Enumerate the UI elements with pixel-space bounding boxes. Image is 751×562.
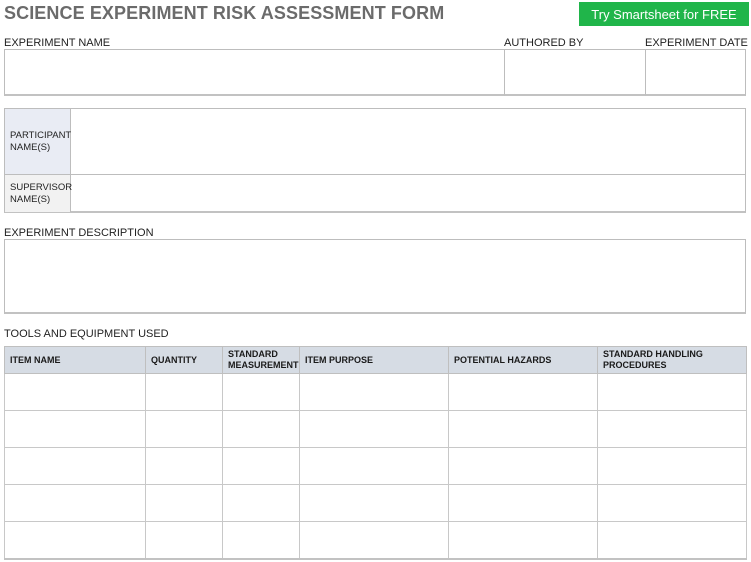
table-cell[interactable]	[299, 484, 449, 522]
table-cell[interactable]	[299, 373, 449, 411]
table-cell[interactable]	[299, 521, 449, 560]
table-cell[interactable]	[145, 484, 223, 522]
table-cell[interactable]	[4, 484, 146, 522]
column-header-potential-hazards: POTENTIAL HAZARDS	[448, 346, 598, 374]
table-cell[interactable]	[222, 521, 300, 560]
experiment-date-field[interactable]	[645, 49, 746, 96]
page-title: SCIENCE EXPERIMENT RISK ASSESSMENT FORM	[4, 3, 445, 23]
table-cell[interactable]	[299, 447, 449, 485]
table-cell[interactable]	[597, 484, 747, 522]
table-cell[interactable]	[145, 410, 223, 448]
supervisor-names-field[interactable]	[71, 175, 745, 212]
table-cell[interactable]	[222, 410, 300, 448]
participants-table: PARTICIPANT NAME(S) SUPERVISOR NAME(S)	[4, 108, 746, 213]
table-cell[interactable]	[448, 447, 598, 485]
supervisor-names-label-text: SUPERVISOR NAME(S)	[10, 181, 73, 205]
table-row	[4, 484, 747, 522]
experiment-name-field[interactable]	[4, 49, 505, 96]
table-row	[4, 410, 747, 448]
table-cell[interactable]	[4, 373, 146, 411]
authored-by-field[interactable]	[504, 49, 646, 96]
table-row	[4, 373, 747, 411]
tools-section-label: TOOLS AND EQUIPMENT USED	[4, 328, 169, 340]
table-cell[interactable]	[4, 447, 146, 485]
table-cell[interactable]	[597, 521, 747, 560]
experiment-date-label: EXPERIMENT DATE	[645, 37, 748, 49]
table-cell[interactable]	[299, 410, 449, 448]
table-cell[interactable]	[222, 447, 300, 485]
supervisor-names-label: SUPERVISOR NAME(S)	[5, 175, 73, 212]
participant-names-label: PARTICIPANT NAME(S)	[5, 109, 71, 174]
column-header-item-purpose: ITEM PURPOSE	[299, 346, 449, 374]
tools-table: ITEM NAME QUANTITY STANDARD MEASUREMENT …	[4, 346, 747, 560]
table-cell[interactable]	[222, 373, 300, 411]
table-row	[4, 521, 747, 560]
table-cell[interactable]	[448, 410, 598, 448]
participant-row: PARTICIPANT NAME(S)	[5, 109, 745, 175]
table-cell[interactable]	[4, 521, 146, 560]
table-cell[interactable]	[448, 484, 598, 522]
table-cell[interactable]	[4, 410, 146, 448]
table-cell[interactable]	[448, 373, 598, 411]
try-smartsheet-button[interactable]: Try Smartsheet for FREE	[579, 2, 749, 26]
table-cell[interactable]	[448, 521, 598, 560]
column-header-standard-measurement: STANDARD MEASUREMENT	[222, 346, 300, 374]
column-header-handling-procedures: STANDARD HANDLING PROCEDURES	[597, 346, 747, 374]
column-header-quantity: QUANTITY	[145, 346, 223, 374]
table-cell[interactable]	[145, 521, 223, 560]
table-cell[interactable]	[597, 373, 747, 411]
table-row	[4, 447, 747, 485]
column-header-item-name: ITEM NAME	[4, 346, 146, 374]
table-cell[interactable]	[222, 484, 300, 522]
supervisor-row: SUPERVISOR NAME(S)	[5, 175, 745, 212]
experiment-name-label: EXPERIMENT NAME	[4, 37, 111, 49]
table-cell[interactable]	[145, 373, 223, 411]
table-cell[interactable]	[597, 447, 747, 485]
table-cell[interactable]	[597, 410, 747, 448]
table-cell[interactable]	[145, 447, 223, 485]
experiment-description-field[interactable]	[4, 239, 746, 314]
participant-names-field[interactable]	[71, 109, 745, 174]
participant-names-label-text: PARTICIPANT NAME(S)	[10, 129, 72, 153]
tools-header-row: ITEM NAME QUANTITY STANDARD MEASUREMENT …	[4, 346, 747, 374]
authored-by-label: AUTHORED BY	[504, 37, 584, 49]
experiment-description-label: EXPERIMENT DESCRIPTION	[4, 227, 154, 239]
